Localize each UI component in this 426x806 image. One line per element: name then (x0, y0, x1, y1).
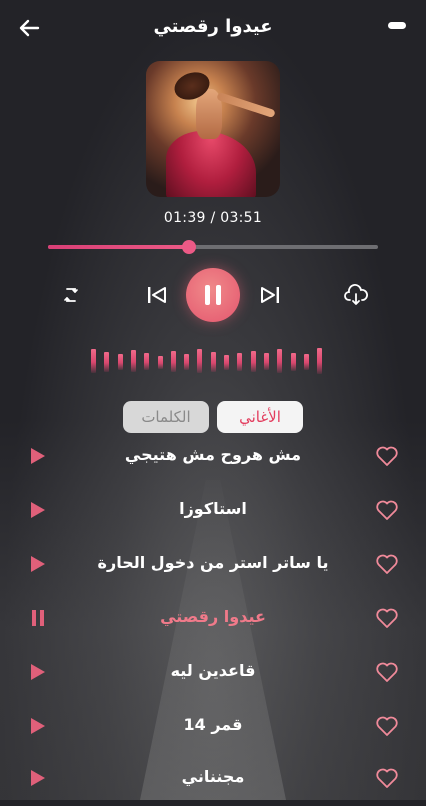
play-pause-button[interactable] (186, 268, 240, 322)
next-button[interactable] (259, 284, 281, 306)
visualizer-bar (264, 353, 269, 370)
pause-icon (216, 285, 221, 305)
skip-previous-icon (148, 287, 166, 303)
play-icon[interactable] (30, 663, 46, 681)
song-title: استاكوزا (179, 499, 247, 518)
heart-icon[interactable] (375, 715, 399, 737)
visualizer-bar (304, 354, 309, 370)
visualizer-bar (224, 355, 229, 370)
header: عيدوا رقصتي (0, 0, 426, 56)
visualizer-bar (131, 350, 136, 372)
visualizer-bar (171, 351, 176, 372)
song-title: عيدوا رقصتي (160, 607, 266, 626)
list-item[interactable]: يا ساتر استر من دخول الحارة (0, 536, 426, 590)
list-item[interactable]: استاكوزا (0, 482, 426, 536)
download-button[interactable] (344, 284, 368, 306)
previous-button[interactable] (146, 284, 168, 306)
page-title: عيدوا رقصتي (153, 16, 273, 37)
visualizer-bar (118, 354, 123, 370)
play-icon[interactable] (30, 555, 46, 573)
repeat-icon (64, 288, 78, 302)
play-icon[interactable] (30, 501, 46, 519)
play-icon[interactable] (30, 769, 46, 787)
visualizer-bar (237, 353, 242, 371)
heart-icon[interactable] (375, 607, 399, 629)
list-item-active[interactable]: عيدوا رقصتي (0, 590, 426, 644)
visualizer-bar (184, 354, 189, 370)
song-title: قاعدين ليه (170, 661, 256, 680)
heart-icon[interactable] (375, 661, 399, 683)
visualizer-bar (197, 349, 202, 373)
visualizer-bar (211, 352, 216, 372)
playback-time: 01:39 / 03:51 (163, 210, 263, 226)
heart-icon[interactable] (375, 553, 399, 575)
album-cover-image (146, 61, 280, 197)
visualizer-bar (277, 349, 282, 373)
progress-bar[interactable] (48, 240, 378, 254)
song-title: قمر 14 (183, 715, 243, 734)
visualizer-bar (158, 356, 163, 369)
progress-thumb[interactable] (182, 240, 197, 254)
list-item[interactable]: قاعدين ليه (0, 644, 426, 698)
visualizer-bar (291, 353, 296, 371)
song-title: مش هروح مش هتيجي (124, 445, 302, 464)
song-title: مجنناني (181, 767, 245, 786)
list-item[interactable]: مش هروح مش هتيجي (0, 428, 426, 482)
play-icon[interactable] (30, 717, 46, 735)
cloud-download-icon (344, 284, 368, 305)
heart-icon[interactable] (375, 445, 399, 467)
play-icon[interactable] (30, 447, 46, 465)
pause-icon (205, 285, 210, 305)
skip-next-icon (261, 287, 279, 303)
song-title: يا ساتر استر من دخول الحارة (97, 553, 329, 572)
visualizer-bar (91, 349, 96, 373)
heart-icon[interactable] (375, 767, 399, 789)
pause-icon[interactable] (30, 609, 46, 627)
progress-fill (48, 245, 190, 249)
visualizer-bar (104, 352, 109, 372)
list-item[interactable]: قمر 14 (0, 698, 426, 752)
list-item[interactable]: مجنناني (0, 752, 426, 806)
repeat-button[interactable] (62, 286, 80, 304)
heart-icon[interactable] (375, 499, 399, 521)
visualizer-bar (251, 351, 256, 372)
visualizer-bar (317, 348, 322, 374)
audio-visualizer (0, 338, 426, 388)
menu-pill-icon[interactable] (388, 22, 406, 29)
visualizer-bar (144, 353, 149, 370)
